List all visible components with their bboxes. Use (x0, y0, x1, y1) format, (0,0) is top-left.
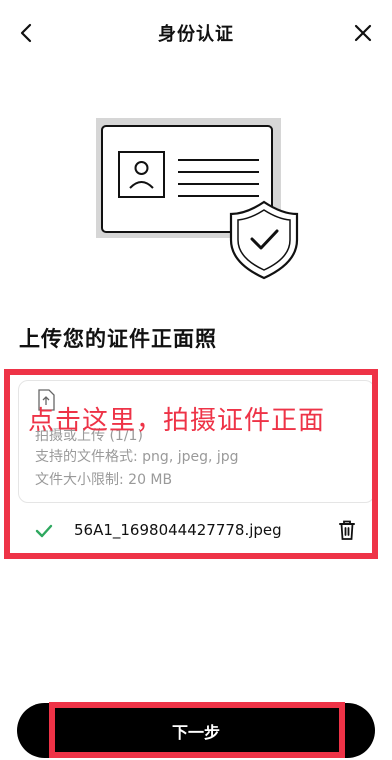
section-title: 上传您的证件正面照 (19, 327, 217, 351)
next-button[interactable]: 下一步 (17, 703, 375, 758)
next-button-label: 下一步 (171, 722, 220, 742)
page-title: 身份认证 (158, 24, 234, 45)
close-icon[interactable] (350, 20, 376, 46)
id-card-illustration (96, 118, 299, 280)
annotation-box-upload (4, 369, 378, 559)
top-bar: 身份认证 (0, 0, 392, 64)
